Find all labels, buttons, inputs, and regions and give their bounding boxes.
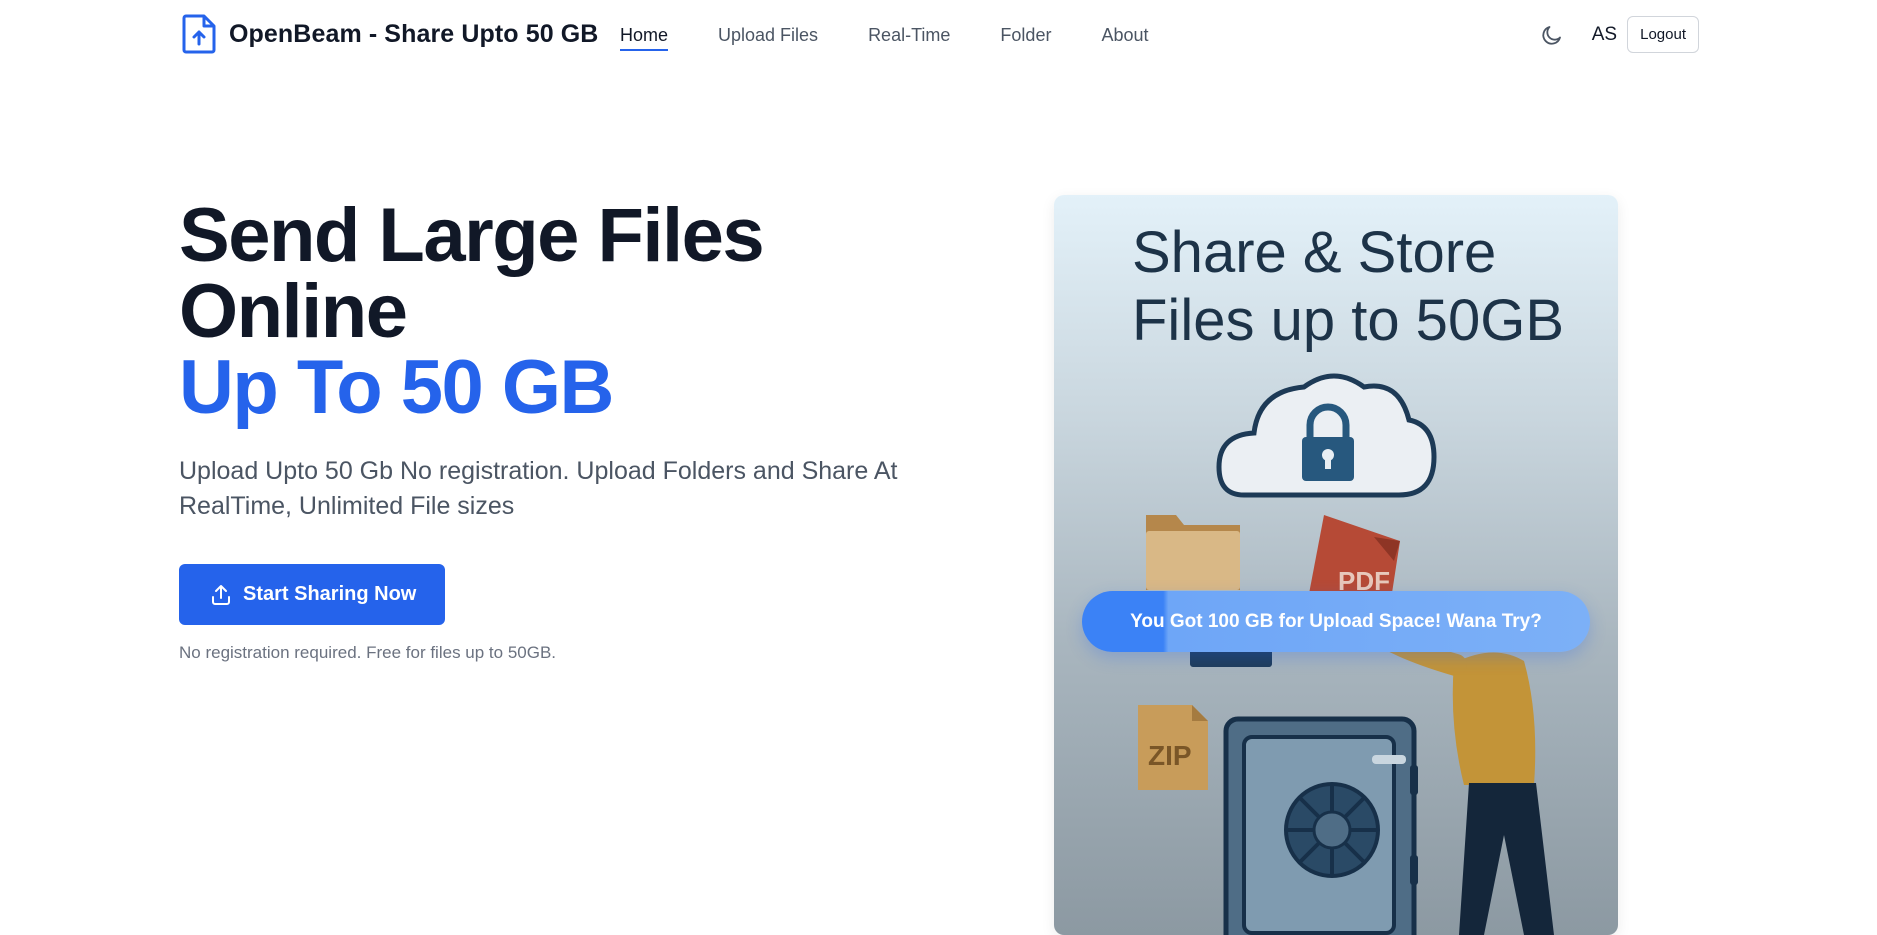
safe-icon xyxy=(1223,716,1418,935)
folder-icon xyxy=(1146,515,1240,590)
file-upload-icon xyxy=(182,14,216,54)
moon-icon[interactable] xyxy=(1540,23,1564,47)
upload-icon xyxy=(212,584,230,605)
nav-folder[interactable]: Folder xyxy=(1000,25,1051,51)
header-tools: AS Logout xyxy=(1540,16,1699,53)
nav-home[interactable]: Home xyxy=(620,25,669,51)
hero-title: Send Large Files Online Up To 50 GB xyxy=(179,198,939,426)
cloud-lock-icon xyxy=(1216,373,1437,498)
brand-name: OpenBeam - Share Upto 50 GB xyxy=(229,19,599,48)
hero-section: Send Large Files Online Up To 50 GB Uplo… xyxy=(179,198,939,663)
hero-note: No registration required. Free for files… xyxy=(179,643,557,662)
main-nav: Home Upload Files Real-Time Folder About xyxy=(620,25,1199,51)
nav-upload-files[interactable]: Upload Files xyxy=(718,25,818,51)
hero-subtitle: Upload Upto 50 Gb No registration. Uploa… xyxy=(179,457,898,520)
zip-file-icon: ZIP xyxy=(1138,705,1208,790)
zip-label: ZIP xyxy=(1148,740,1192,771)
start-sharing-button[interactable]: Start Sharing Now xyxy=(179,564,446,625)
user-avatar[interactable]: AS xyxy=(1592,24,1617,46)
top-navbar: OpenBeam - Share Upto 50 GB Home Upload … xyxy=(0,0,1877,74)
promo-title: Share & Store Files up to 50GB xyxy=(1132,219,1564,355)
logout-button[interactable]: Logout xyxy=(1627,16,1699,53)
hero-title-line2: Online xyxy=(179,269,408,354)
promo-title-line1: Share & Store xyxy=(1132,220,1497,285)
nav-about[interactable]: About xyxy=(1101,25,1148,51)
hero-title-line1: Send Large Files xyxy=(179,193,765,278)
promo-title-line2: Files up to 50GB xyxy=(1132,288,1564,353)
start-sharing-label: Start Sharing Now xyxy=(243,583,417,605)
promo-banner[interactable]: PDF ZIP Share & Store Files up to 50GB xyxy=(1054,195,1618,935)
nav-real-time[interactable]: Real-Time xyxy=(868,25,950,51)
free-storage-offer-button[interactable]: You Got 100 GB for Upload Space! Wana Tr… xyxy=(1082,591,1590,652)
brand-logo[interactable]: OpenBeam - Share Upto 50 GB xyxy=(181,14,598,54)
hero-title-accent: Up To 50 GB xyxy=(179,345,614,430)
